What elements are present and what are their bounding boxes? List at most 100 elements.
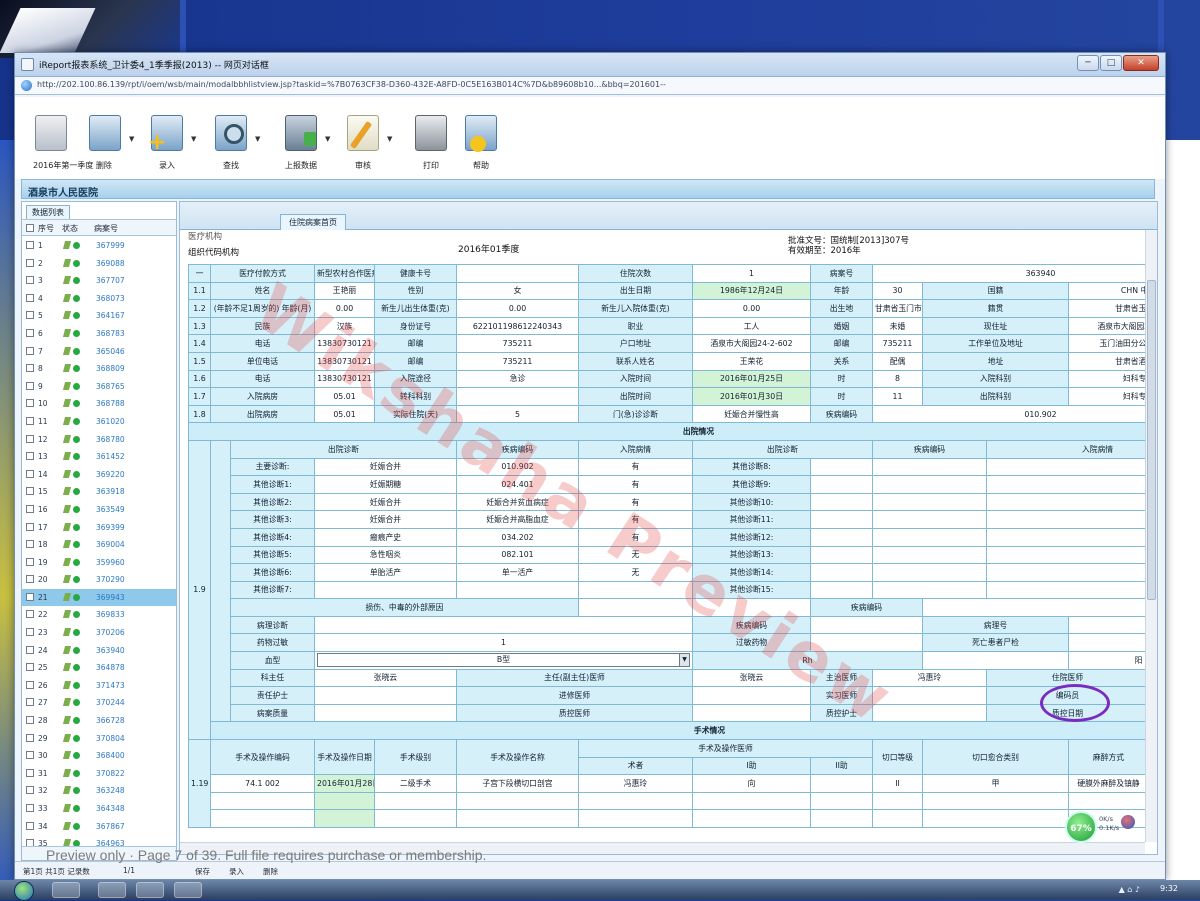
row-checkbox[interactable]	[26, 804, 34, 812]
list-item[interactable]: 21 369943	[22, 588, 176, 607]
field-value[interactable]: 0.00	[456, 299, 579, 318]
field-value[interactable]: 王荣花	[692, 351, 811, 371]
row-checkbox[interactable]	[26, 258, 34, 267]
surgery-name[interactable]: 子宫下段横切口剖宫	[456, 774, 579, 793]
list-item[interactable]: 15 363918	[22, 483, 176, 501]
list-item[interactable]: 14 369220	[22, 466, 176, 484]
field-value[interactable]: 女	[456, 281, 579, 301]
list-item[interactable]: 4 368073	[22, 290, 176, 308]
diagnosis-value[interactable]	[810, 492, 873, 512]
list-item[interactable]: 20 370290	[22, 571, 176, 589]
admission-condition[interactable]	[986, 563, 1157, 582]
diagnosis-code[interactable]: 妊娠合并高脂血症	[456, 510, 579, 529]
assistant-1[interactable]	[692, 809, 811, 828]
vertical-scrollbar[interactable]	[1145, 230, 1157, 842]
tool-delete-button[interactable]: 2016年第一季度 删除	[31, 115, 112, 175]
field-value[interactable]: 2016年01月30日	[692, 387, 811, 406]
staff-value[interactable]	[872, 686, 987, 705]
row-checkbox[interactable]	[26, 504, 34, 513]
field-value[interactable]: 酒泉市大阁园24-2-602	[692, 334, 811, 353]
list-item[interactable]: 2 369088	[22, 255, 176, 273]
row-checkbox[interactable]	[26, 768, 34, 777]
list-item[interactable]: 17 369399	[22, 519, 176, 537]
anesthesia-method[interactable]	[1068, 791, 1149, 811]
list-item[interactable]: 13 361452	[22, 448, 176, 466]
list-item[interactable]: 31 370822	[22, 765, 176, 783]
chevron-down-icon[interactable]: ▼	[679, 654, 689, 667]
diagnosis-value[interactable]	[810, 545, 873, 565]
staff-value[interactable]	[872, 703, 987, 723]
diagnosis-code[interactable]	[872, 492, 987, 512]
taskbar-item-office[interactable]	[174, 882, 202, 898]
assistant-2[interactable]	[810, 774, 873, 793]
row-checkbox[interactable]	[26, 241, 34, 249]
field-value[interactable]: 735211	[456, 334, 579, 353]
field-value[interactable]	[456, 264, 579, 283]
admission-condition[interactable]	[986, 545, 1157, 565]
field-value[interactable]: 1	[692, 264, 811, 283]
row-checkbox[interactable]	[26, 328, 34, 337]
diagnosis-value[interactable]: 妊娠期糖	[314, 475, 457, 494]
list-item[interactable]: 24 363940	[22, 642, 176, 660]
list-item[interactable]: 16 363549	[22, 501, 176, 519]
row-checkbox[interactable]	[26, 364, 34, 373]
surgery-level[interactable]	[374, 791, 457, 811]
row-checkbox[interactable]	[26, 592, 34, 601]
surgery-name[interactable]	[456, 809, 579, 828]
list-item[interactable]: 12 368780	[22, 431, 176, 449]
field-value[interactable]: 0.00	[314, 299, 375, 318]
address-bar[interactable]: http://202.100.86.139/rpt/i/oem/wsb/main…	[15, 77, 1165, 95]
field-value[interactable]: 735211	[456, 351, 579, 371]
diagnosis-value[interactable]	[810, 527, 873, 547]
healing-type[interactable]: 甲	[922, 774, 1069, 793]
staff-value[interactable]	[314, 686, 457, 705]
list-item[interactable]: 19 359960	[22, 554, 176, 572]
list-item[interactable]: 25 364878	[22, 659, 176, 677]
admission-condition[interactable]: 有	[578, 492, 693, 512]
field-value[interactable]: 30	[872, 281, 923, 301]
surgery-date[interactable]	[314, 809, 375, 828]
nav-delete[interactable]: 删除	[263, 866, 278, 877]
diagnosis-code[interactable]: 妊娠合并贫血病症	[456, 492, 579, 512]
incision-grade[interactable]	[872, 791, 923, 811]
row-checkbox[interactable]	[26, 293, 34, 302]
maximize-button[interactable]: □	[1100, 55, 1122, 71]
surgery-level[interactable]	[374, 809, 457, 828]
diagnosis-code[interactable]	[872, 563, 987, 582]
taskbar-item-browser[interactable]	[136, 882, 164, 898]
field-value[interactable]: 配偶	[872, 351, 923, 371]
list-item[interactable]: 23 370206	[22, 624, 176, 642]
field-value[interactable]: 未婚	[872, 316, 923, 336]
field-value[interactable]	[922, 598, 1157, 617]
surgeon[interactable]	[578, 791, 693, 811]
row-checkbox[interactable]	[26, 821, 34, 830]
admission-condition[interactable]	[986, 457, 1157, 477]
diagnosis-code[interactable]	[456, 580, 579, 600]
row-checkbox[interactable]	[26, 276, 34, 285]
taskbar-item-explorer[interactable]	[52, 882, 80, 898]
row-checkbox[interactable]	[26, 557, 34, 566]
diagnosis-code[interactable]: 单一活产	[456, 563, 579, 582]
scroll-thumb[interactable]	[1147, 280, 1156, 600]
tool-help-button[interactable]: 帮助	[461, 115, 501, 175]
diagnosis-value[interactable]	[810, 510, 873, 529]
field-value[interactable]: 11	[872, 387, 923, 406]
list-item[interactable]: 10 368788	[22, 395, 176, 413]
assistant-1[interactable]: 向	[692, 774, 811, 793]
field-value[interactable]: 13830730121	[314, 334, 375, 353]
field-value[interactable]: 0.00	[692, 299, 811, 318]
admission-condition[interactable]: 有	[578, 475, 693, 494]
diagnosis-code[interactable]	[872, 527, 987, 547]
surgery-date[interactable]: 2016年01月28日	[314, 774, 375, 793]
list-item[interactable]: 7 365046	[22, 343, 176, 361]
row-checkbox[interactable]	[26, 469, 34, 478]
field-value[interactable]	[578, 598, 693, 617]
surgery-code[interactable]	[210, 809, 315, 828]
diagnosis-code[interactable]	[872, 545, 987, 565]
row-checkbox[interactable]	[26, 698, 34, 707]
nav-add[interactable]: 录入	[229, 866, 244, 877]
list-item[interactable]: 1 367999	[22, 237, 176, 255]
staff-value[interactable]: 张晓云	[692, 668, 811, 688]
select-all-checkbox[interactable]	[26, 224, 34, 232]
row-checkbox[interactable]	[26, 680, 34, 689]
